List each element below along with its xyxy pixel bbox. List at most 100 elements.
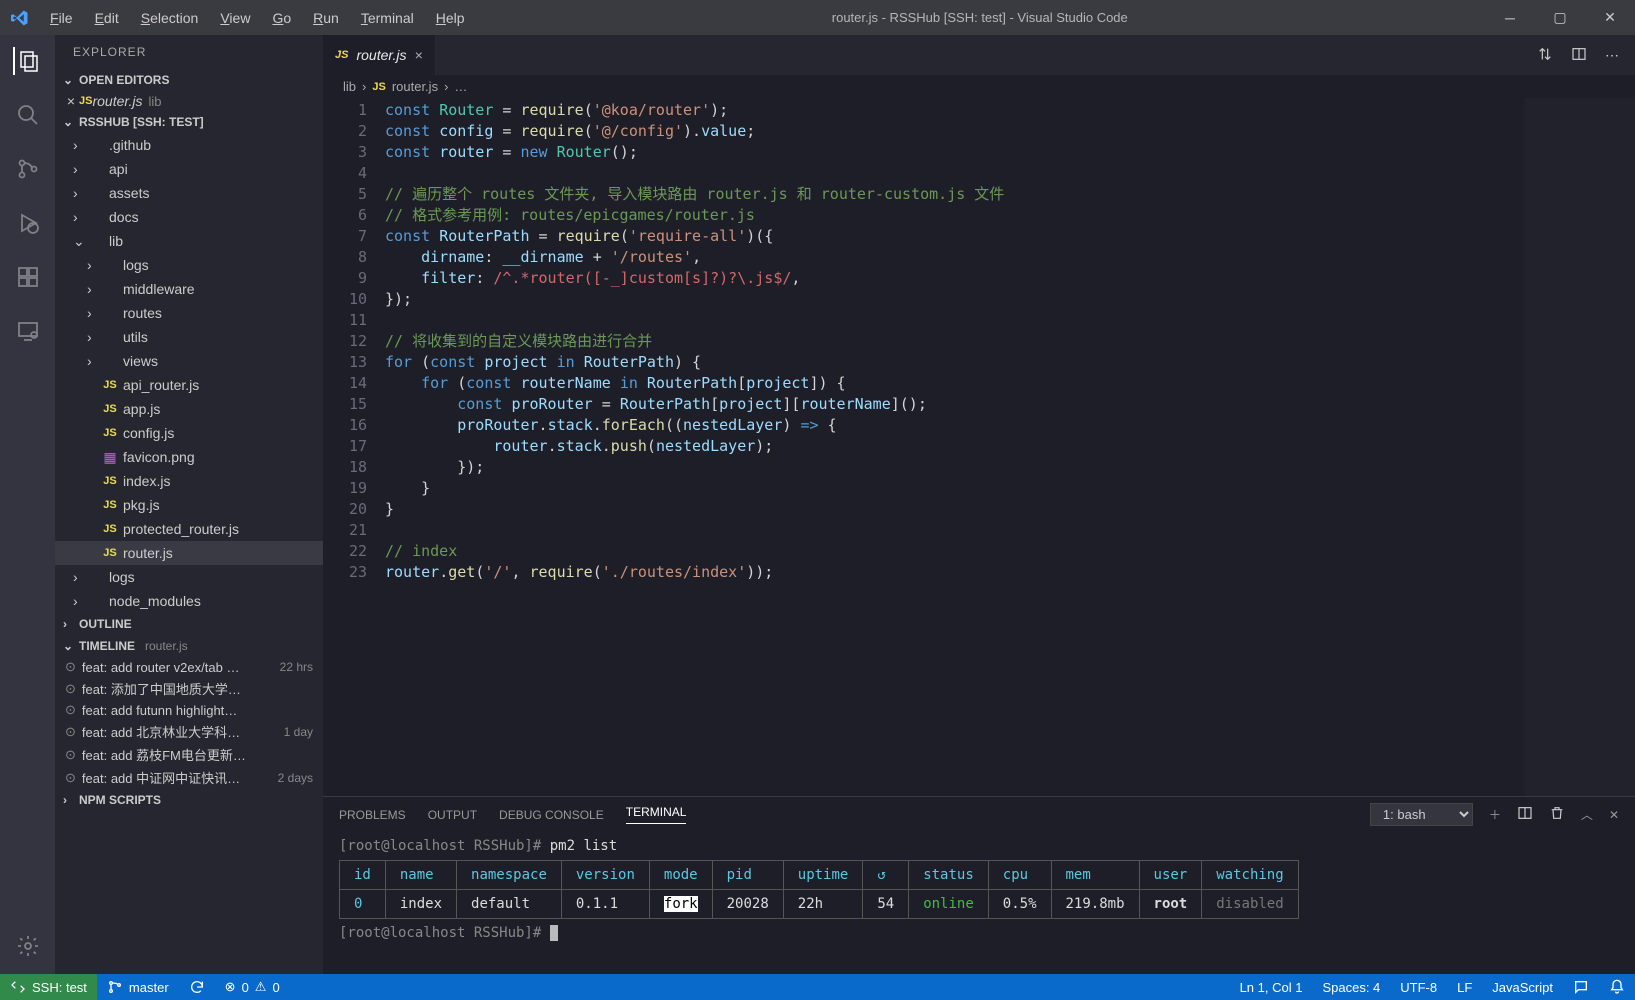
menu-view[interactable]: View bbox=[210, 4, 260, 32]
breadcrumb[interactable]: lib › JS router.js › … bbox=[323, 75, 1635, 98]
chevron-down-icon: ⌄ bbox=[63, 73, 75, 87]
menu-file[interactable]: File bbox=[40, 4, 83, 32]
folder-item[interactable]: ›.github bbox=[55, 133, 323, 157]
more-actions-icon[interactable]: ⋯ bbox=[1605, 47, 1619, 64]
panel-tab-debug-console[interactable]: DEBUG CONSOLE bbox=[499, 808, 604, 822]
menu-help[interactable]: Help bbox=[426, 4, 475, 32]
file-item[interactable]: JSconfig.js bbox=[55, 421, 323, 445]
new-terminal-icon[interactable]: ＋ bbox=[1489, 806, 1501, 823]
feedback-icon[interactable] bbox=[1563, 974, 1599, 1000]
close-icon[interactable]: × bbox=[63, 93, 79, 109]
compare-changes-icon[interactable] bbox=[1537, 46, 1553, 65]
js-file-icon: JS bbox=[372, 81, 385, 93]
indentation-status[interactable]: Spaces: 4 bbox=[1312, 974, 1390, 1000]
language-mode[interactable]: JavaScript bbox=[1482, 974, 1563, 1000]
code-content[interactable]: const Router = require('@koa/router'); c… bbox=[385, 98, 1525, 796]
timeline-item[interactable]: ⊙feat: add 中证网中证快讯…2 days bbox=[55, 766, 323, 789]
extensions-icon[interactable] bbox=[14, 263, 42, 291]
maximize-panel-icon[interactable]: ︿ bbox=[1581, 806, 1593, 823]
maximize-button[interactable]: ▢ bbox=[1535, 0, 1585, 35]
file-item[interactable]: JSapi_router.js bbox=[55, 373, 323, 397]
cursor-position[interactable]: Ln 1, Col 1 bbox=[1230, 974, 1313, 1000]
menu-go[interactable]: Go bbox=[262, 4, 301, 32]
folder-item[interactable]: ›logs bbox=[55, 565, 323, 589]
folder-item[interactable]: ›docs bbox=[55, 205, 323, 229]
encoding-status[interactable]: UTF-8 bbox=[1390, 974, 1447, 1000]
chevron-down-icon: ⌄ bbox=[63, 115, 75, 129]
minimize-button[interactable]: ─ bbox=[1485, 0, 1535, 35]
file-item[interactable]: JSapp.js bbox=[55, 397, 323, 421]
menu-terminal[interactable]: Terminal bbox=[351, 4, 424, 32]
js-file-icon: JS bbox=[335, 49, 348, 61]
timeline-item[interactable]: ⊙feat: add router v2ex/tab …22 hrs bbox=[55, 657, 323, 677]
folder-item[interactable]: ›utils bbox=[55, 325, 323, 349]
editor-tab[interactable]: JS router.js × bbox=[323, 35, 436, 75]
panel-tab-output[interactable]: OUTPUT bbox=[428, 808, 477, 822]
open-editor-item[interactable]: × JS router.js lib bbox=[55, 91, 323, 111]
git-branch[interactable]: master bbox=[97, 974, 179, 1000]
split-terminal-icon[interactable] bbox=[1517, 805, 1533, 824]
remote-explorer-icon[interactable] bbox=[14, 317, 42, 345]
notifications-icon[interactable] bbox=[1599, 974, 1635, 1000]
folder-item[interactable]: ›routes bbox=[55, 301, 323, 325]
menu-edit[interactable]: Edit bbox=[85, 4, 129, 32]
explorer-icon[interactable] bbox=[13, 47, 41, 75]
folder-item[interactable]: ›node_modules bbox=[55, 589, 323, 613]
timeline-header[interactable]: ⌄ TIMELINE router.js bbox=[55, 635, 323, 657]
problems-status[interactable]: ⊗0 ⚠0 bbox=[215, 974, 290, 1000]
panel-tab-terminal[interactable]: TERMINAL bbox=[626, 805, 687, 824]
panel-tabs: PROBLEMS OUTPUT DEBUG CONSOLE TERMINAL 1… bbox=[323, 797, 1635, 832]
menu-run[interactable]: Run bbox=[303, 4, 349, 32]
folder-item[interactable]: ⌄lib bbox=[55, 229, 323, 253]
folder-item[interactable]: ›api bbox=[55, 157, 323, 181]
timeline-list: ⊙feat: add router v2ex/tab …22 hrs⊙feat:… bbox=[55, 657, 323, 789]
close-icon[interactable]: × bbox=[415, 47, 423, 63]
menu-selection[interactable]: Selection bbox=[131, 4, 209, 32]
file-tree: ›.github›api›assets›docs⌄lib›logs›middle… bbox=[55, 133, 323, 613]
file-item[interactable]: ▦favicon.png bbox=[55, 445, 323, 469]
folder-item[interactable]: ›middleware bbox=[55, 277, 323, 301]
status-bar: SSH: test master ⊗0 ⚠0 Ln 1, Col 1 Space… bbox=[0, 974, 1635, 1000]
folder-item[interactable]: ›views bbox=[55, 349, 323, 373]
timeline-item[interactable]: ⊙feat: add futunn highlight… bbox=[55, 700, 323, 720]
chevron-icon: › bbox=[87, 257, 101, 273]
chevron-icon: › bbox=[73, 569, 87, 585]
file-item[interactable]: JSprotected_router.js bbox=[55, 517, 323, 541]
timeline-item[interactable]: ⊙feat: 添加了中国地质大学… bbox=[55, 677, 323, 700]
search-icon[interactable] bbox=[14, 101, 42, 129]
run-debug-icon[interactable] bbox=[14, 209, 42, 237]
file-item[interactable]: JSpkg.js bbox=[55, 493, 323, 517]
remote-indicator[interactable]: SSH: test bbox=[0, 974, 97, 1000]
timeline-item[interactable]: ⊙feat: add 荔枝FM电台更新… bbox=[55, 743, 323, 766]
folder-item[interactable]: ›logs bbox=[55, 253, 323, 277]
timeline-item[interactable]: ⊙feat: add 北京林业大学科…1 day bbox=[55, 720, 323, 743]
open-editors-header[interactable]: ⌄ OPEN EDITORS bbox=[55, 69, 323, 91]
vscode-logo-icon bbox=[0, 9, 40, 27]
panel: PROBLEMS OUTPUT DEBUG CONSOLE TERMINAL 1… bbox=[323, 796, 1635, 974]
kill-terminal-icon[interactable] bbox=[1549, 805, 1565, 824]
split-editor-icon[interactable] bbox=[1571, 46, 1587, 65]
folder-item[interactable]: ›assets bbox=[55, 181, 323, 205]
eol-status[interactable]: LF bbox=[1447, 974, 1482, 1000]
terminal-selector[interactable]: 1: bash bbox=[1370, 803, 1473, 826]
panel-tab-problems[interactable]: PROBLEMS bbox=[339, 808, 406, 822]
settings-gear-icon[interactable] bbox=[14, 932, 42, 960]
editor-body[interactable]: 1234567891011121314151617181920212223 co… bbox=[323, 98, 1635, 796]
outline-header[interactable]: › OUTLINE bbox=[55, 613, 323, 635]
npm-scripts-header[interactable]: › NPM SCRIPTS bbox=[55, 789, 323, 811]
terminal[interactable]: [root@localhost RSSHub]# pm2 list idname… bbox=[323, 832, 1635, 974]
js-file-icon: JS bbox=[101, 427, 119, 439]
file-item[interactable]: JSrouter.js bbox=[55, 541, 323, 565]
close-button[interactable]: ✕ bbox=[1585, 0, 1635, 35]
chevron-icon: › bbox=[87, 329, 101, 345]
editor-area: JS router.js × ⋯ lib › JS router.js › … … bbox=[323, 35, 1635, 974]
workspace-header[interactable]: ⌄ RSSHUB [SSH: TEST] bbox=[55, 111, 323, 133]
close-panel-icon[interactable]: ✕ bbox=[1609, 808, 1619, 822]
chevron-icon: › bbox=[87, 305, 101, 321]
chevron-icon: › bbox=[87, 353, 101, 369]
chevron-icon: › bbox=[73, 593, 87, 609]
sync-changes[interactable] bbox=[179, 974, 215, 1000]
source-control-icon[interactable] bbox=[14, 155, 42, 183]
minimap[interactable] bbox=[1525, 98, 1635, 796]
file-item[interactable]: JSindex.js bbox=[55, 469, 323, 493]
